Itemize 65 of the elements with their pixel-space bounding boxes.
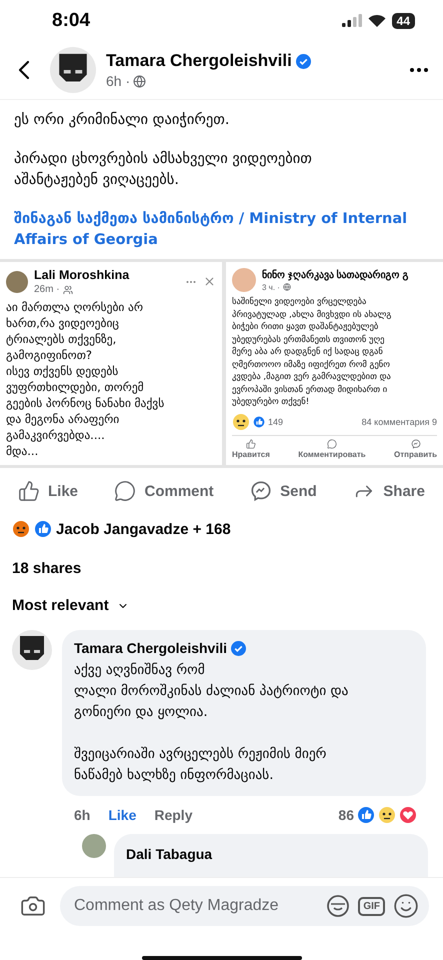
globe-icon xyxy=(133,74,146,88)
commenter-name[interactable]: Dali Tabagua xyxy=(126,846,212,862)
like-reaction-icon xyxy=(34,520,52,538)
share-button[interactable]: Share xyxy=(353,476,425,506)
gif-button[interactable]: GIF xyxy=(358,896,385,916)
action-button[interactable]: Отправить xyxy=(394,438,437,459)
comment-time: 6h xyxy=(74,807,90,824)
sticker-icon[interactable] xyxy=(326,894,350,918)
post-text-line: ბიჭები რითი ყავთ დაშანტაჟებულებ xyxy=(232,321,380,334)
post-text-line: უბედურებას ერთმანეთს თვითონ უღე xyxy=(232,334,386,346)
avatar-mask-icon xyxy=(12,630,52,670)
like-reaction-icon xyxy=(357,806,375,824)
comment-text: აქვე აღვნიშნავ რომ ლალი მოროშკინას ძალიან პატრიოტი და გონიერი და ყოლია. შვეიცარიაში ავრცელებს რეჟიმის მიერ ნაწამებ ხალხზე ინფორმაციას. xyxy=(74,661,350,786)
post-time: 26m · xyxy=(34,284,60,296)
messenger-icon xyxy=(410,438,420,449)
avatar xyxy=(232,268,256,292)
post-text-line: კვდება ,მაგით ვერ გამრავლდებით და xyxy=(232,371,392,384)
like-link[interactable]: Like xyxy=(108,807,136,824)
avatar-mask-icon xyxy=(50,47,96,94)
reply-link[interactable]: Reply xyxy=(154,807,192,824)
like-reaction-icon xyxy=(253,416,265,428)
share-count[interactable]: 18 shares xyxy=(12,560,82,578)
post-text: აი მართლა ღორსები არ ხართ,რა ვიდეოებიც ტრიალებს თქვენზე, გამოგიფინოთ? ისევ თქვენს დედებს ვუფრთხილდები, თორემ გეების პორნოც ნანახი მაქვს და მეგონა არაფერი გამაკვირვებდა.... მდა... xyxy=(6,299,166,460)
thumbs-up-icon xyxy=(18,480,40,502)
close-icon xyxy=(203,275,216,288)
reaction-summary[interactable]: Jacob Jangavadze + 168 xyxy=(56,520,231,538)
post-text-line: ევროპაში ვისთან ერთად მიდიხართ ი xyxy=(232,384,388,396)
comment-icon xyxy=(326,438,337,449)
globe-icon xyxy=(282,283,291,292)
reaction-count: 86 xyxy=(338,807,354,824)
post-text-line: პრივატულად ,ახლა მივხვდი ის ახალგ xyxy=(232,308,392,322)
comment-button[interactable]: Comment xyxy=(114,476,214,506)
post-time: 3 ч. · xyxy=(262,282,280,292)
post-text-line: მერე აბა არ დადგნენ იქ სადაც დგან xyxy=(232,346,384,359)
wifi-icon xyxy=(368,14,386,28)
action-button[interactable]: Нравится xyxy=(232,438,270,459)
signal-icon xyxy=(342,14,362,28)
thumbs-up-icon xyxy=(246,438,256,449)
status-time: 8:04 xyxy=(52,10,90,32)
author-name: ნინო ჯღარკავა სათადარიგო გ xyxy=(262,268,410,281)
action-button[interactable]: Комментировать xyxy=(298,438,366,459)
reaction-count: 149 xyxy=(268,416,284,427)
battery-level: 44 xyxy=(392,12,415,29)
heart-reaction-icon xyxy=(399,806,417,824)
post-time: 6h · xyxy=(106,73,130,90)
send-button[interactable]: Send xyxy=(250,476,317,506)
like-button[interactable]: Like xyxy=(18,476,78,506)
avatar xyxy=(82,834,106,858)
comment-icon xyxy=(114,480,136,502)
commenter-name[interactable]: Tamara Chergoleishvili xyxy=(74,640,228,656)
post-text: ეს ორი კრიმინალი დაიჭირეთ. xyxy=(14,110,231,130)
post-text-line: უბედურებო თქვენ! xyxy=(232,396,310,409)
emoji-icon[interactable] xyxy=(393,893,419,920)
avatar xyxy=(6,270,28,293)
page-link[interactable]: შინაგან საქმეთა სამინისტრო / Ministry of Internal Affairs of Georgia xyxy=(14,209,429,252)
comment-count: 84 комментария 9 xyxy=(362,416,437,427)
post-text-line: საშინელი ვიდეოები ვრცელდება xyxy=(232,296,368,309)
messenger-icon xyxy=(250,480,272,502)
author-name: Lali Moroshkina xyxy=(34,268,130,282)
comment-field[interactable]: Comment as Qety Magradze GIF xyxy=(60,886,429,926)
post-text: პირადი ცხოვრების ამსახველი ვიდეოებით აშანტაჟებენ ვიღაცეებს. xyxy=(14,150,313,190)
post-text-line: ღმერთოოო იმაზე იფიქრეთ რომ გენო xyxy=(232,358,391,372)
friends-icon xyxy=(62,284,73,295)
author-name[interactable]: Tamara Chergoleishvili xyxy=(106,51,292,72)
sort-dropdown[interactable]: Most relevant xyxy=(12,597,129,614)
